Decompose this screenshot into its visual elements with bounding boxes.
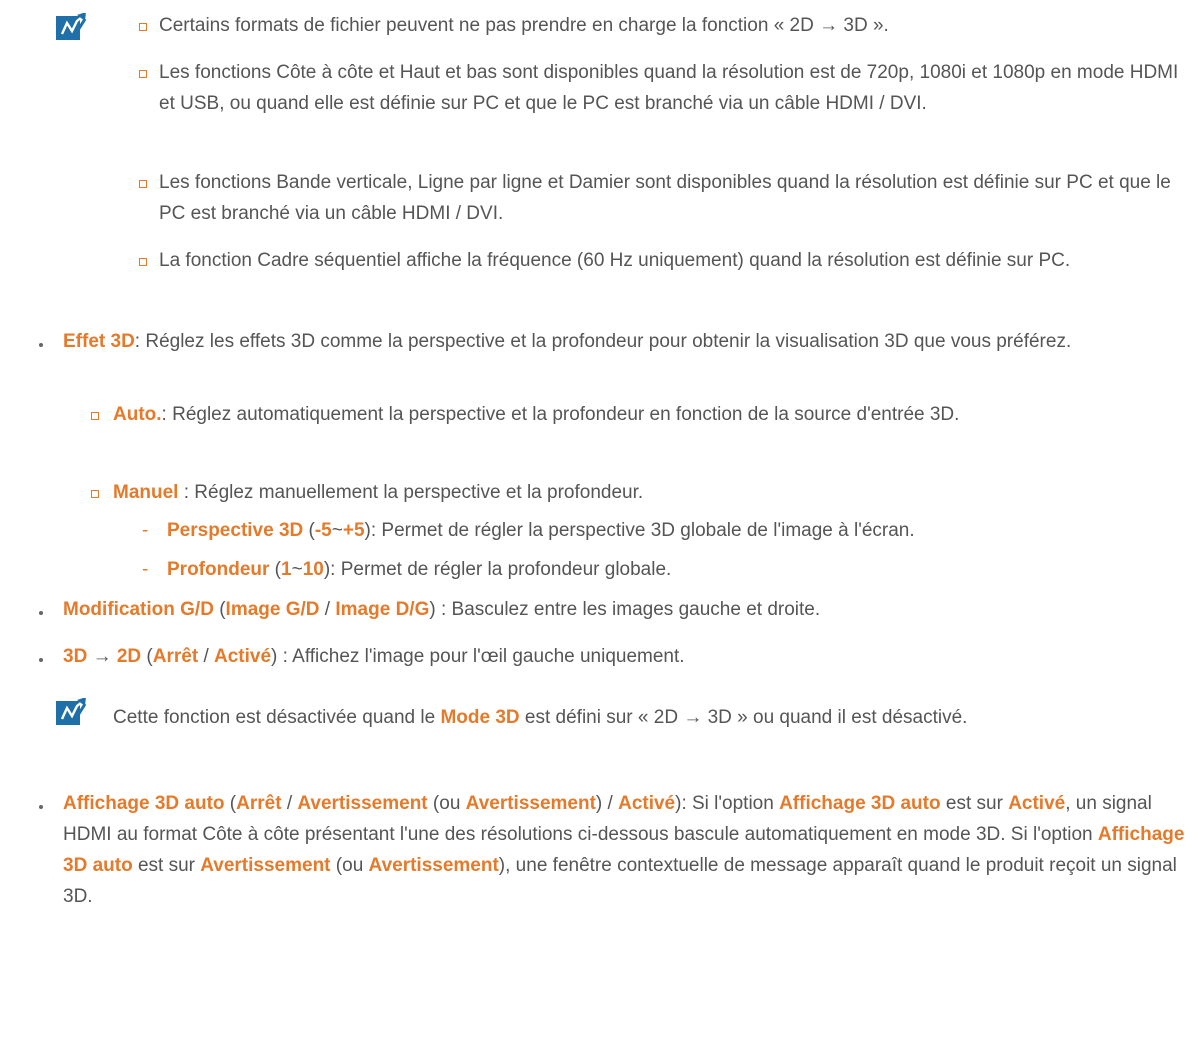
affichage-term: Affichage 3D auto bbox=[779, 793, 941, 814]
text: Cette fonction est désactivée quand le bbox=[113, 707, 441, 728]
text: ~ bbox=[331, 520, 343, 541]
bullet-square bbox=[91, 412, 99, 420]
text: / bbox=[319, 599, 336, 620]
note-item: Certains formats de fichier peuvent ne p… bbox=[159, 15, 889, 36]
text: ~ bbox=[291, 559, 303, 580]
bullet-dash: - bbox=[142, 520, 149, 541]
text: / bbox=[198, 646, 215, 667]
effet-3d-paragraph: Effet 3D: Réglez les effets 3D comme la … bbox=[63, 326, 1193, 357]
manuel-term: Manuel bbox=[113, 482, 179, 503]
note-icon bbox=[56, 698, 87, 725]
bullet-square bbox=[139, 23, 147, 31]
option: Activé bbox=[1008, 793, 1066, 814]
note-icon bbox=[56, 13, 87, 40]
option: Arrêt bbox=[236, 793, 282, 814]
text: / bbox=[281, 793, 298, 814]
bullet-square bbox=[139, 70, 147, 78]
auto-paragraph: Auto.: Réglez automatiquement la perspec… bbox=[113, 399, 1113, 430]
text: ( bbox=[269, 559, 281, 580]
note-item: Les fonctions Côte à côte et Haut et bas… bbox=[159, 62, 1179, 114]
text: (ou bbox=[427, 793, 466, 814]
affichage-term: Affichage 3D auto bbox=[63, 793, 225, 814]
bullet-dot bbox=[39, 805, 43, 809]
profondeur-term: Profondeur bbox=[167, 559, 270, 580]
text: ) / bbox=[595, 793, 619, 814]
text: ( bbox=[141, 646, 153, 667]
auto-term: Auto. bbox=[113, 404, 162, 425]
affichage-paragraph: Affichage 3D auto (Arrêt / Avertissement… bbox=[63, 788, 1193, 912]
text: ( bbox=[303, 520, 315, 541]
note-2-paragraph: Cette fonction est désactivée quand le M… bbox=[113, 702, 1113, 733]
perspective-max: +5 bbox=[342, 520, 365, 541]
text: ( bbox=[213, 599, 226, 620]
option: Image G/D bbox=[225, 599, 320, 620]
note-item: Les fonctions Bande verticale, Ligne par… bbox=[159, 172, 1171, 224]
mode-3d-term: Mode 3D bbox=[440, 707, 520, 728]
text: est défini sur « 2D → 3D » ou quand il e… bbox=[519, 707, 968, 728]
bullet-dot bbox=[39, 658, 43, 662]
bullet-square bbox=[139, 180, 147, 188]
option: Avertissement bbox=[200, 855, 331, 876]
text: est sur bbox=[940, 793, 1009, 814]
text: (ou bbox=[330, 855, 369, 876]
perspective-min: -5 bbox=[314, 520, 332, 541]
modification-paragraph: Modification G/D (Image G/D / Image D/G)… bbox=[63, 594, 1193, 625]
option: Activé bbox=[214, 646, 272, 667]
2d-term: 2D bbox=[116, 646, 142, 667]
option: Avertissement bbox=[297, 793, 428, 814]
bullet-square bbox=[139, 258, 147, 266]
3d-2d-paragraph: 3D → 2D (Arrêt / Activé) : Affichez l'im… bbox=[63, 641, 1193, 672]
bullet-square bbox=[91, 490, 99, 498]
perspective-term: Perspective 3D bbox=[167, 520, 304, 541]
text: ): Si l'option bbox=[675, 793, 780, 814]
note-item: La fonction Cadre séquentiel affiche la … bbox=[159, 250, 1071, 271]
perspective-desc: ): Permet de régler la perspective 3D gl… bbox=[364, 520, 915, 541]
3d-term: 3D bbox=[63, 646, 88, 667]
manuel-paragraph: Manuel : Réglez manuellement la perspect… bbox=[113, 477, 1113, 508]
option: Avertissement bbox=[465, 793, 596, 814]
modification-desc: ) : Basculez entre les images gauche et … bbox=[429, 599, 821, 620]
option: Activé bbox=[618, 793, 676, 814]
auto-desc: : Réglez automatiquement la perspective … bbox=[161, 404, 960, 425]
bullet-dot bbox=[39, 343, 43, 347]
bullet-dash: - bbox=[142, 559, 149, 580]
profondeur-desc: ): Permet de régler la profondeur global… bbox=[323, 559, 672, 580]
effet-3d-desc: : Réglez les effets 3D comme la perspect… bbox=[134, 331, 1072, 352]
bullet-dot bbox=[39, 611, 43, 615]
modification-term: Modification G/D bbox=[63, 599, 214, 620]
effet-3d-term: Effet 3D bbox=[63, 331, 135, 352]
text: ( bbox=[224, 793, 237, 814]
profondeur-min: 1 bbox=[281, 559, 292, 580]
manuel-desc: : Réglez manuellement la perspective et … bbox=[178, 482, 644, 503]
profondeur-max: 10 bbox=[302, 559, 324, 580]
option: Image D/G bbox=[335, 599, 430, 620]
perspective-paragraph: Perspective 3D (-5~+5): Permet de régler… bbox=[167, 515, 1197, 546]
profondeur-paragraph: Profondeur (1~10): Permet de régler la p… bbox=[167, 554, 1167, 585]
arrow: → bbox=[87, 646, 117, 667]
3d-2d-desc: ) : Affichez l'image pour l'œil gauche u… bbox=[271, 646, 685, 667]
option: Avertissement bbox=[368, 855, 499, 876]
text: est sur bbox=[132, 855, 201, 876]
option: Arrêt bbox=[152, 646, 199, 667]
